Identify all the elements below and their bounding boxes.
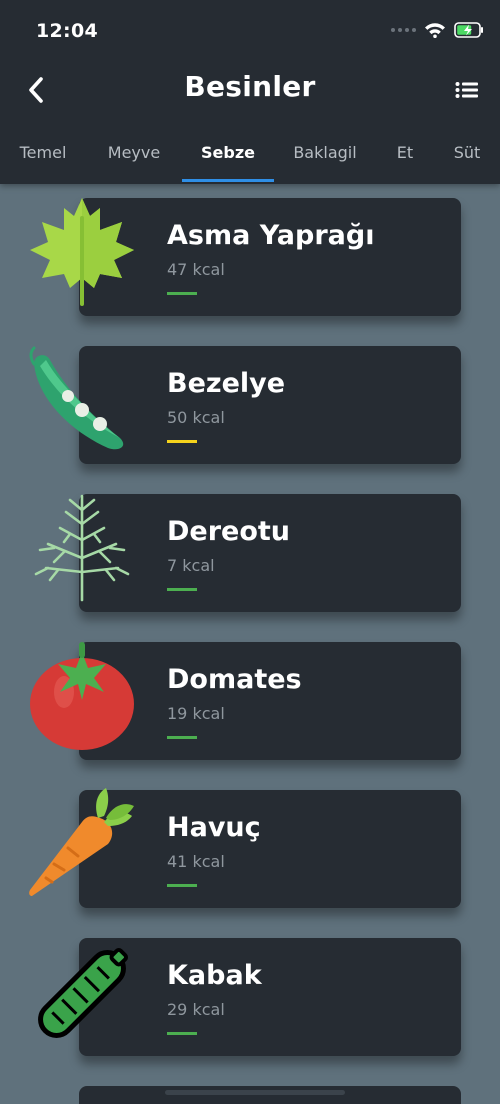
food-list: Asma Yaprağı 47 kcal Bezelye 50 kcal Der… <box>0 184 500 1104</box>
pea-pod-icon <box>29 346 124 450</box>
carrot-icon <box>29 788 134 896</box>
food-kcal: 7 kcal <box>167 556 215 575</box>
tab-meyve[interactable]: Meyve <box>100 128 168 184</box>
dill-icon <box>34 494 130 602</box>
status-time: 12:04 <box>36 20 98 42</box>
tab-sut[interactable]: Süt <box>440 128 494 184</box>
list-item[interactable]: Domates 19 kcal <box>0 628 500 760</box>
category-tabs: Temel Meyve Sebze Baklagil Et Süt <box>0 128 500 184</box>
calorie-indicator-bar <box>167 884 197 887</box>
food-name: Domates <box>167 664 302 695</box>
app-header: 12:04 Besinler Temel Meyve Sebze Baklagi… <box>0 0 500 184</box>
tab-sebze[interactable]: Sebze <box>182 128 274 184</box>
calorie-indicator-bar <box>167 292 197 295</box>
tab-temel[interactable]: Temel <box>10 128 76 184</box>
calorie-indicator-bar <box>167 588 197 591</box>
signal-icon <box>391 28 416 32</box>
calorie-indicator-bar <box>167 440 197 443</box>
food-name: Kabak <box>167 960 262 991</box>
list-item[interactable]: Bezelye 50 kcal <box>0 332 500 464</box>
food-name: Asma Yaprağı <box>167 220 375 251</box>
food-kcal: 47 kcal <box>167 260 225 279</box>
food-kcal: 50 kcal <box>167 408 225 427</box>
list-icon <box>455 82 478 98</box>
zucchini-icon <box>38 947 129 1038</box>
status-icons <box>391 22 484 38</box>
wifi-icon <box>425 23 445 38</box>
food-name: Dereotu <box>167 516 291 547</box>
list-view-button[interactable] <box>452 76 482 104</box>
food-kcal: 29 kcal <box>167 1000 225 1019</box>
calorie-indicator-bar <box>167 736 197 739</box>
calorie-indicator-bar <box>167 1032 197 1035</box>
list-item[interactable]: Dereotu 7 kcal <box>0 480 500 612</box>
food-card-partial[interactable] <box>79 1086 461 1104</box>
food-kcal: 41 kcal <box>167 852 225 871</box>
page-title: Besinler <box>184 70 316 103</box>
food-kcal: 19 kcal <box>167 704 225 723</box>
home-indicator <box>165 1090 345 1095</box>
tab-et[interactable]: Et <box>388 128 422 184</box>
tomato-icon <box>30 642 134 750</box>
vine-leaf-icon <box>30 198 134 306</box>
list-item[interactable]: Asma Yaprağı 47 kcal <box>0 184 500 316</box>
battery-charging-icon <box>454 22 483 38</box>
active-tab-indicator <box>182 179 274 182</box>
list-item[interactable]: Kabak 29 kcal <box>0 924 500 1056</box>
tab-baklagil[interactable]: Baklagil <box>286 128 364 184</box>
list-item[interactable]: Havuç 41 kcal <box>0 776 500 908</box>
food-name: Bezelye <box>167 368 286 399</box>
food-name: Havuç <box>167 812 261 843</box>
